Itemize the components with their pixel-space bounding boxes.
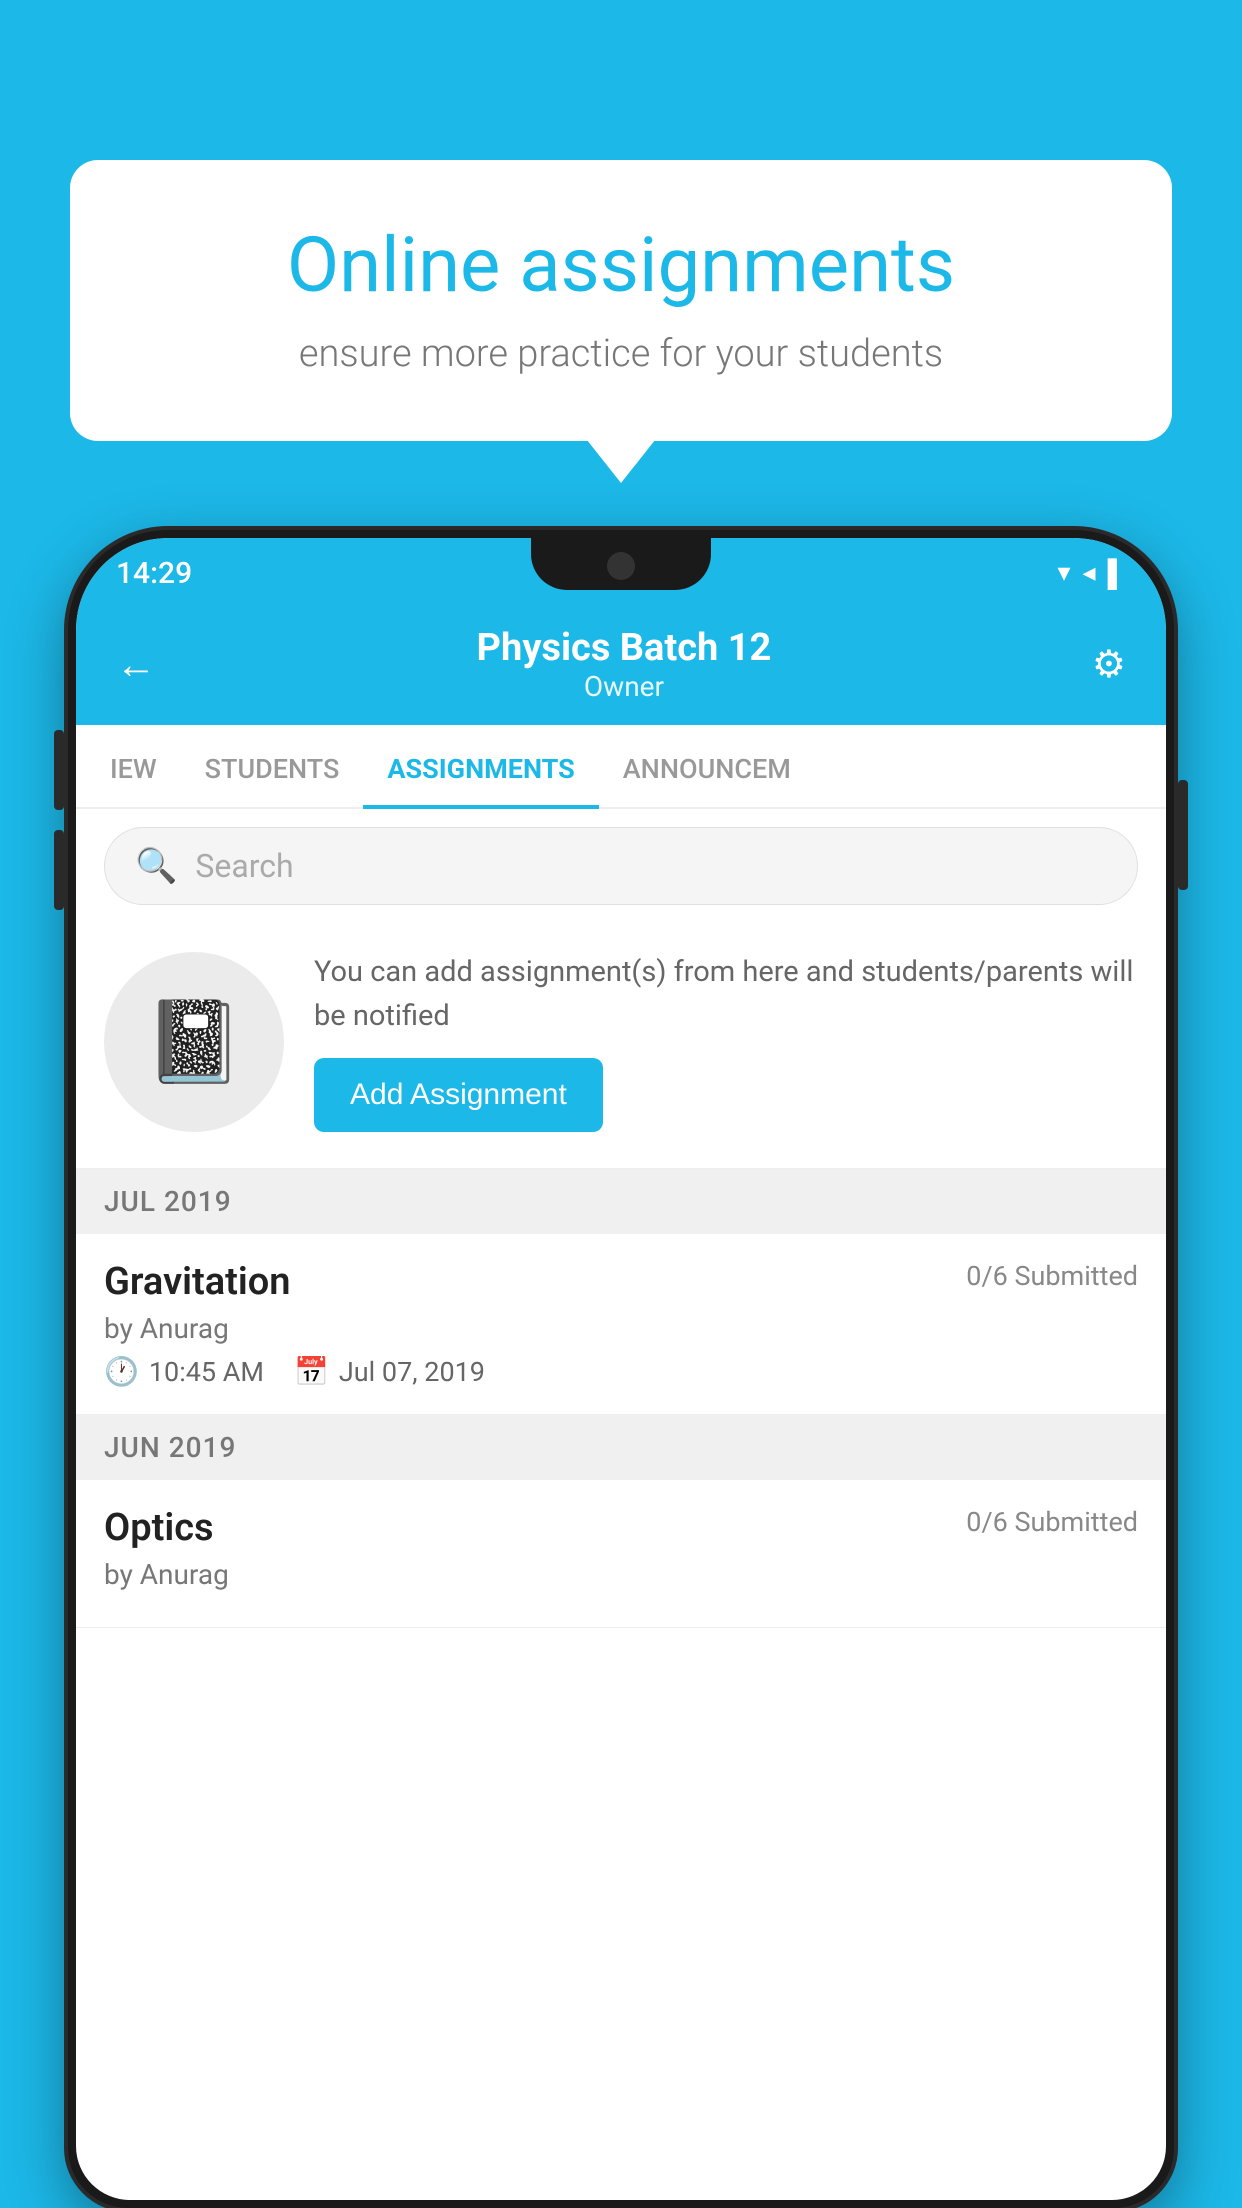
battery-icon: ▌ <box>1108 558 1126 589</box>
promo-icon-circle: 📓 <box>104 952 284 1132</box>
assignment-gravitation-title: Gravitation <box>104 1260 291 1304</box>
search-icon: 🔍 <box>135 846 177 886</box>
assignment-gravitation-submitted: 0/6 Submitted <box>966 1260 1138 1292</box>
section-jun-label: JUN 2019 <box>104 1431 236 1464</box>
search-container: 🔍 Search <box>76 809 1166 923</box>
section-jul-label: JUL 2019 <box>104 1185 232 1218</box>
speech-bubble: Online assignments ensure more practice … <box>70 160 1172 441</box>
bubble-subtitle: ensure more practice for your students <box>140 332 1102 376</box>
assignment-gravitation-top: Gravitation 0/6 Submitted <box>104 1260 1138 1304</box>
assignment-optics-submitted: 0/6 Submitted <box>966 1506 1138 1538</box>
signal-icon: ◂ <box>1083 558 1096 588</box>
add-assignment-button[interactable]: Add Assignment <box>314 1058 603 1132</box>
search-placeholder: Search <box>195 847 293 885</box>
assignment-gravitation-time: 10:45 AM <box>149 1356 264 1388</box>
vol-up-button <box>54 730 64 810</box>
assignment-optics[interactable]: Optics 0/6 Submitted by Anurag <box>76 1480 1166 1628</box>
search-bar[interactable]: 🔍 Search <box>104 827 1138 905</box>
wifi-icon: ▾ <box>1057 558 1070 588</box>
time-meta: 🕐 10:45 AM <box>104 1355 264 1388</box>
assignment-optics-title: Optics <box>104 1506 214 1550</box>
back-button[interactable]: ← <box>116 641 156 688</box>
tab-iew[interactable]: IEW <box>86 725 181 807</box>
speech-bubble-container: Online assignments ensure more practice … <box>70 160 1172 441</box>
bubble-title: Online assignments <box>140 220 1102 310</box>
status-icons: ▾ ◂ ▌ <box>1057 558 1126 589</box>
section-jul-2019: JUL 2019 <box>76 1169 1166 1234</box>
phone-screen: 14:29 ▾ ◂ ▌ ← Physics Batch 12 Owner ⚙ I… <box>76 538 1166 2200</box>
assignment-gravitation-date: Jul 07, 2019 <box>339 1356 485 1388</box>
promo-description: You can add assignment(s) from here and … <box>314 951 1138 1038</box>
clock-icon: 🕐 <box>104 1355 139 1388</box>
phone-frame: 14:29 ▾ ◂ ▌ ← Physics Batch 12 Owner ⚙ I… <box>68 530 1174 2208</box>
promo-block: 📓 You can add assignment(s) from here an… <box>76 923 1166 1169</box>
header-subtitle: Owner <box>156 670 1092 703</box>
app-header: ← Physics Batch 12 Owner ⚙ <box>76 608 1166 725</box>
assignment-optics-by: by Anurag <box>104 1558 1138 1591</box>
tab-assignments[interactable]: ASSIGNMENTS <box>363 725 598 807</box>
phone-notch <box>531 538 711 590</box>
assignment-gravitation-by: by Anurag <box>104 1312 1138 1345</box>
tab-students[interactable]: STUDENTS <box>181 725 364 807</box>
date-meta: 📅 Jul 07, 2019 <box>294 1355 485 1388</box>
tab-announcements[interactable]: ANNOUNCEM <box>599 725 815 807</box>
section-jun-2019: JUN 2019 <box>76 1415 1166 1480</box>
assignment-gravitation-meta: 🕐 10:45 AM 📅 Jul 07, 2019 <box>104 1355 1138 1388</box>
vol-down-button <box>54 830 64 910</box>
status-time: 14:29 <box>116 556 192 591</box>
notebook-icon: 📓 <box>144 995 244 1089</box>
promo-content: You can add assignment(s) from here and … <box>314 951 1138 1132</box>
tabs-bar: IEW STUDENTS ASSIGNMENTS ANNOUNCEM <box>76 725 1166 809</box>
assignment-gravitation[interactable]: Gravitation 0/6 Submitted by Anurag 🕐 10… <box>76 1234 1166 1415</box>
assignment-optics-top: Optics 0/6 Submitted <box>104 1506 1138 1550</box>
header-title: Physics Batch 12 <box>156 626 1092 670</box>
header-title-block: Physics Batch 12 Owner <box>156 626 1092 703</box>
settings-button[interactable]: ⚙ <box>1092 642 1126 687</box>
calendar-icon: 📅 <box>294 1355 329 1388</box>
power-button <box>1178 780 1188 890</box>
